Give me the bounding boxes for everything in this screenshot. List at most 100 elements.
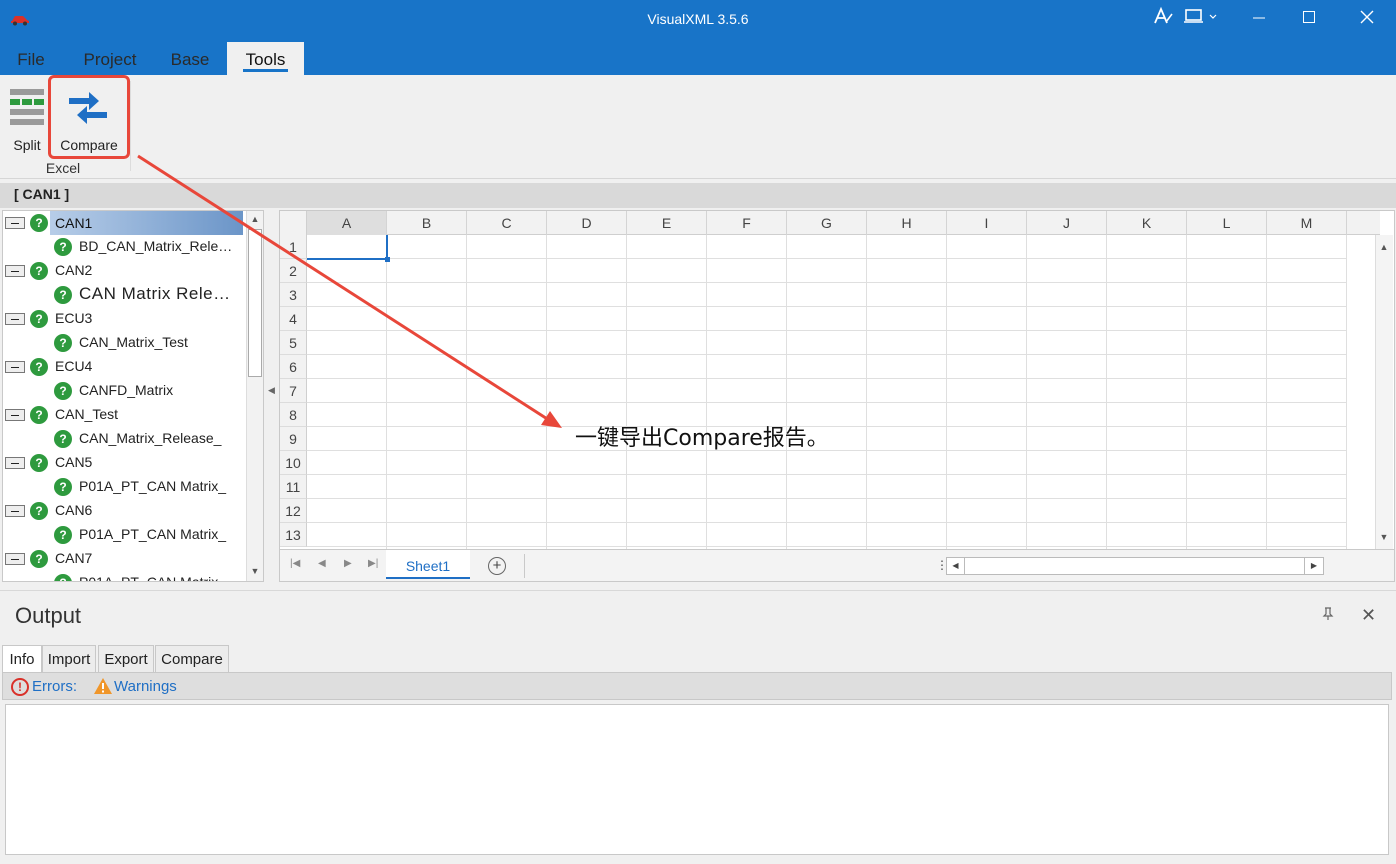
scrollbar-thumb[interactable] xyxy=(967,559,1323,573)
column-header[interactable]: H xyxy=(867,211,947,235)
row-header[interactable]: 10 xyxy=(280,451,307,475)
column-header[interactable]: A xyxy=(307,211,387,235)
close-icon[interactable]: ✕ xyxy=(1361,605,1376,626)
last-sheet-icon[interactable]: ▶| xyxy=(368,558,378,569)
tab-tools[interactable]: Tools xyxy=(227,42,304,75)
tree-node-ecu4[interactable]: ? ECU4 xyxy=(3,355,243,379)
tab-info[interactable]: Info xyxy=(2,645,42,672)
tree-node-can7[interactable]: ? CAN7 xyxy=(3,547,243,571)
message-list[interactable] xyxy=(5,704,1389,855)
tree-node-label: CANFD_Matrix xyxy=(79,382,174,398)
font-style-icon[interactable] xyxy=(1148,6,1178,32)
column-header[interactable]: E xyxy=(627,211,707,235)
spreadsheet-grid[interactable]: A B C D E F G H I J K L M 1 2 3 4 5 6 7 … xyxy=(279,210,1395,550)
tab-import[interactable]: Import xyxy=(42,645,96,672)
warning-triangle-icon[interactable] xyxy=(93,677,113,695)
row-header[interactable]: 3 xyxy=(280,283,307,307)
scroll-right-icon[interactable]: ▶ xyxy=(1304,557,1324,575)
tab-base[interactable]: Base xyxy=(160,42,220,75)
row-header[interactable]: 2 xyxy=(280,259,307,283)
row-header[interactable]: 7 xyxy=(280,379,307,403)
collapse-icon[interactable] xyxy=(5,505,25,517)
grid-vertical-scrollbar[interactable]: ▲ ▼ xyxy=(1348,235,1394,549)
next-sheet-icon[interactable]: ▶ xyxy=(344,558,352,569)
prev-sheet-icon[interactable]: ◀ xyxy=(318,558,326,569)
sheet-tab[interactable]: Sheet1 xyxy=(386,550,470,579)
tree-node-file[interactable]: ? P01A_PT_CAN Matrix_ xyxy=(3,523,243,547)
column-header[interactable]: K xyxy=(1107,211,1187,235)
column-header[interactable]: D xyxy=(547,211,627,235)
tree-node-file[interactable]: ? CAN_Matrix_Test xyxy=(3,331,243,355)
collapse-left-icon[interactable]: ◀ xyxy=(268,385,275,396)
select-all-corner[interactable] xyxy=(280,211,307,235)
collapse-icon[interactable] xyxy=(5,361,25,373)
collapse-icon[interactable] xyxy=(5,409,25,421)
column-header[interactable]: B xyxy=(387,211,467,235)
tab-file[interactable]: File xyxy=(6,42,56,75)
tree-node-can5[interactable]: ? CAN5 xyxy=(3,451,243,475)
tree-node-label: P01A_PT_CAN Matrix_ xyxy=(79,478,227,494)
collapse-icon[interactable] xyxy=(5,265,25,277)
compare-button[interactable]: Compare xyxy=(48,75,130,159)
error-circle-icon[interactable]: ! xyxy=(11,678,29,696)
collapse-icon[interactable] xyxy=(5,217,25,229)
scroll-up-icon[interactable]: ▲ xyxy=(247,211,263,227)
first-sheet-icon[interactable]: |◀ xyxy=(290,558,300,569)
column-header[interactable]: G xyxy=(787,211,867,235)
tree-node-file[interactable]: ? P01A_PT_CAN Matrix_ xyxy=(3,571,243,581)
tree-node-can-test[interactable]: ? CAN_Test xyxy=(3,403,243,427)
question-circle-icon: ? xyxy=(30,214,48,232)
tree-node-file[interactable]: ? CAN Matrix Release xyxy=(3,283,243,307)
tree-node-can1[interactable]: ? CAN1 xyxy=(3,211,243,235)
row-header[interactable]: 5 xyxy=(280,331,307,355)
add-sheet-icon[interactable]: + xyxy=(488,557,506,575)
column-header[interactable]: F xyxy=(707,211,787,235)
tree-node-can6[interactable]: ? CAN6 xyxy=(3,499,243,523)
collapse-icon[interactable] xyxy=(5,313,25,325)
split-button[interactable]: Split xyxy=(4,79,50,155)
column-header[interactable]: I xyxy=(947,211,1027,235)
tree-node-file[interactable]: ? CANFD_Matrix xyxy=(3,379,243,403)
warnings-filter[interactable]: Warnings xyxy=(114,678,177,695)
horizontal-scrollbar[interactable]: ◀ ▶ xyxy=(946,557,1324,575)
active-cell-a1[interactable] xyxy=(307,235,390,262)
scroll-left-icon[interactable]: ◀ xyxy=(947,558,965,574)
device-icon[interactable] xyxy=(1180,6,1220,32)
collapse-icon[interactable] xyxy=(5,553,25,565)
tree-scrollbar[interactable]: ▲ ▼ xyxy=(246,211,263,581)
tree-node-ecu3[interactable]: ? ECU3 xyxy=(3,307,243,331)
row-header[interactable]: 1 xyxy=(280,235,307,259)
errors-filter[interactable]: Errors: xyxy=(32,678,77,695)
scrollbar-track[interactable]: ▲ ▼ xyxy=(1375,235,1393,549)
column-header[interactable]: M xyxy=(1267,211,1347,235)
column-header[interactable]: J xyxy=(1027,211,1107,235)
pane-splitter[interactable]: ◀ xyxy=(265,210,277,582)
scroll-up-icon[interactable]: ▲ xyxy=(1376,239,1392,255)
channel-tree[interactable]: ? CAN1 ? BD_CAN_Matrix_Release_ ? CAN2 ?… xyxy=(2,210,264,582)
scroll-down-icon[interactable]: ▼ xyxy=(1376,529,1392,545)
column-header[interactable]: L xyxy=(1187,211,1267,235)
tree-node-file[interactable]: ? BD_CAN_Matrix_Release_ xyxy=(3,235,243,259)
row-header[interactable]: 13 xyxy=(280,523,307,547)
tab-export[interactable]: Export xyxy=(98,645,154,672)
row-header[interactable]: 8 xyxy=(280,403,307,427)
scrollbar-thumb[interactable] xyxy=(248,229,262,377)
cell-area[interactable] xyxy=(307,235,1347,549)
tab-project[interactable]: Project xyxy=(72,42,148,75)
close-icon[interactable] xyxy=(1344,6,1390,32)
maximize-icon[interactable] xyxy=(1286,6,1332,32)
collapse-icon[interactable] xyxy=(5,457,25,469)
row-header[interactable]: 4 xyxy=(280,307,307,331)
minimize-icon[interactable] xyxy=(1236,6,1282,32)
tree-node-can2[interactable]: ? CAN2 xyxy=(3,259,243,283)
row-header[interactable]: 6 xyxy=(280,355,307,379)
pin-icon[interactable] xyxy=(1322,607,1334,624)
row-header[interactable]: 9 xyxy=(280,427,307,451)
scroll-down-icon[interactable]: ▼ xyxy=(247,563,263,579)
row-header[interactable]: 11 xyxy=(280,475,307,499)
tab-compare[interactable]: Compare xyxy=(155,645,229,672)
tree-node-file[interactable]: ? CAN_Matrix_Release_ xyxy=(3,427,243,451)
row-header[interactable]: 12 xyxy=(280,499,307,523)
tree-node-file[interactable]: ? P01A_PT_CAN Matrix_ xyxy=(3,475,243,499)
column-header[interactable]: C xyxy=(467,211,547,235)
